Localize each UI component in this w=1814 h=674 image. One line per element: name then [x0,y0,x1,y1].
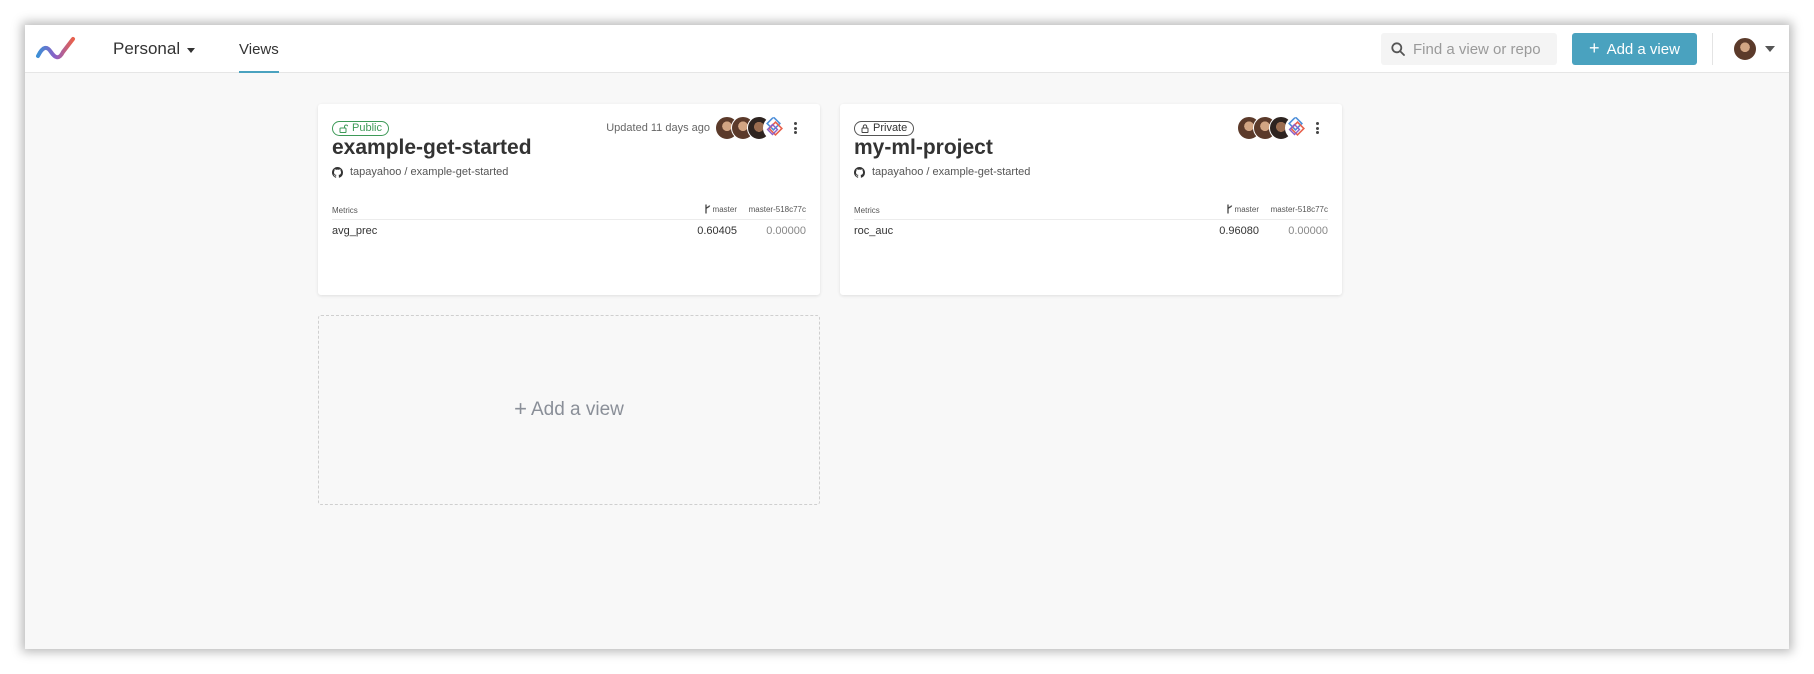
bot-icon [766,117,783,136]
lock-icon [861,124,869,133]
view-title[interactable]: my-ml-project [854,136,993,160]
metric-branch-value: 0.96080 [1219,225,1259,237]
github-icon [854,166,865,178]
metric-name: roc_auc [854,225,894,237]
repo-link[interactable]: tapayahoo / example-get-started [854,166,1030,178]
search-icon [1391,42,1405,56]
commit-column-header: master-518c77c [1270,205,1328,214]
search-input[interactable] [1413,40,1553,58]
dvc-studio-logo[interactable] [35,34,77,64]
visibility-badge: Public [332,121,389,136]
add-view-button[interactable]: + Add a view [1572,33,1697,65]
metric-commit-value: 0.00000 [766,225,806,237]
view-card[interactable]: Private my-ml-project tapayahoo / exampl… [840,104,1342,295]
user-avatar [1733,37,1757,61]
bot-avatar [1285,116,1309,140]
repo-label: tapayahoo / example-get-started [872,166,1031,178]
table-row: avg_prec 0.60405 0.00000 [332,225,806,239]
visibility-label: Public [352,122,382,134]
search-box[interactable] [1381,33,1557,65]
chevron-down-icon [1765,46,1775,52]
bot-icon [1288,117,1305,136]
top-nav-bar: Personal Views + Add a view [25,25,1789,73]
tab-views-label: Views [239,40,279,58]
visibility-label: Private [873,122,908,134]
branch-column-header: master [1226,204,1259,214]
plus-icon: + [1589,38,1600,58]
header-divider [1712,33,1713,65]
add-view-card[interactable]: + Add a view [318,315,820,505]
user-menu[interactable] [1733,37,1775,61]
view-title[interactable]: example-get-started [332,136,532,160]
commit-column-header: master-518c77c [748,205,806,214]
metrics-header-row: Metrics master master-518c77c [854,204,1328,220]
app-window: Personal Views + Add a view [25,25,1789,649]
bot-avatar [763,116,787,140]
metrics-header-row: Metrics master master-518c77c [332,204,806,220]
metric-name: avg_prec [332,225,378,237]
visibility-badge: Private [854,121,915,136]
workspace-label: Personal [113,39,181,58]
metrics-column-header: Metrics [332,206,358,215]
table-row: roc_auc 0.96080 0.00000 [854,225,1328,239]
branch-icon [1226,204,1232,214]
repo-label: tapayahoo / example-get-started [350,166,509,178]
add-view-button-label: Add a view [1606,40,1680,58]
collaborator-avatars [715,116,787,140]
workspace-switcher[interactable]: Personal [113,25,196,73]
metrics-column-header: Metrics [854,206,880,215]
branch-label: master [712,204,737,214]
plus-icon: + [514,396,527,421]
add-view-card-label: Add a view [530,399,624,420]
collaborator-avatars [1237,116,1309,140]
updated-timestamp: Updated 11 days ago [606,122,710,134]
repo-link[interactable]: tapayahoo / example-get-started [332,166,508,178]
chevron-down-icon [187,47,196,53]
metric-branch-value: 0.60405 [697,225,737,237]
github-icon [332,166,343,178]
branch-icon [704,204,710,214]
unlock-icon [339,124,348,133]
more-options-icon[interactable] [790,121,800,135]
branch-column-header: master [704,204,737,214]
metric-commit-value: 0.00000 [1288,225,1328,237]
branch-label: master [1234,204,1259,214]
tab-views[interactable]: Views [239,25,279,73]
more-options-icon[interactable] [1312,121,1322,135]
view-card[interactable]: Public Updated 11 days ago example-get-s… [318,104,820,295]
